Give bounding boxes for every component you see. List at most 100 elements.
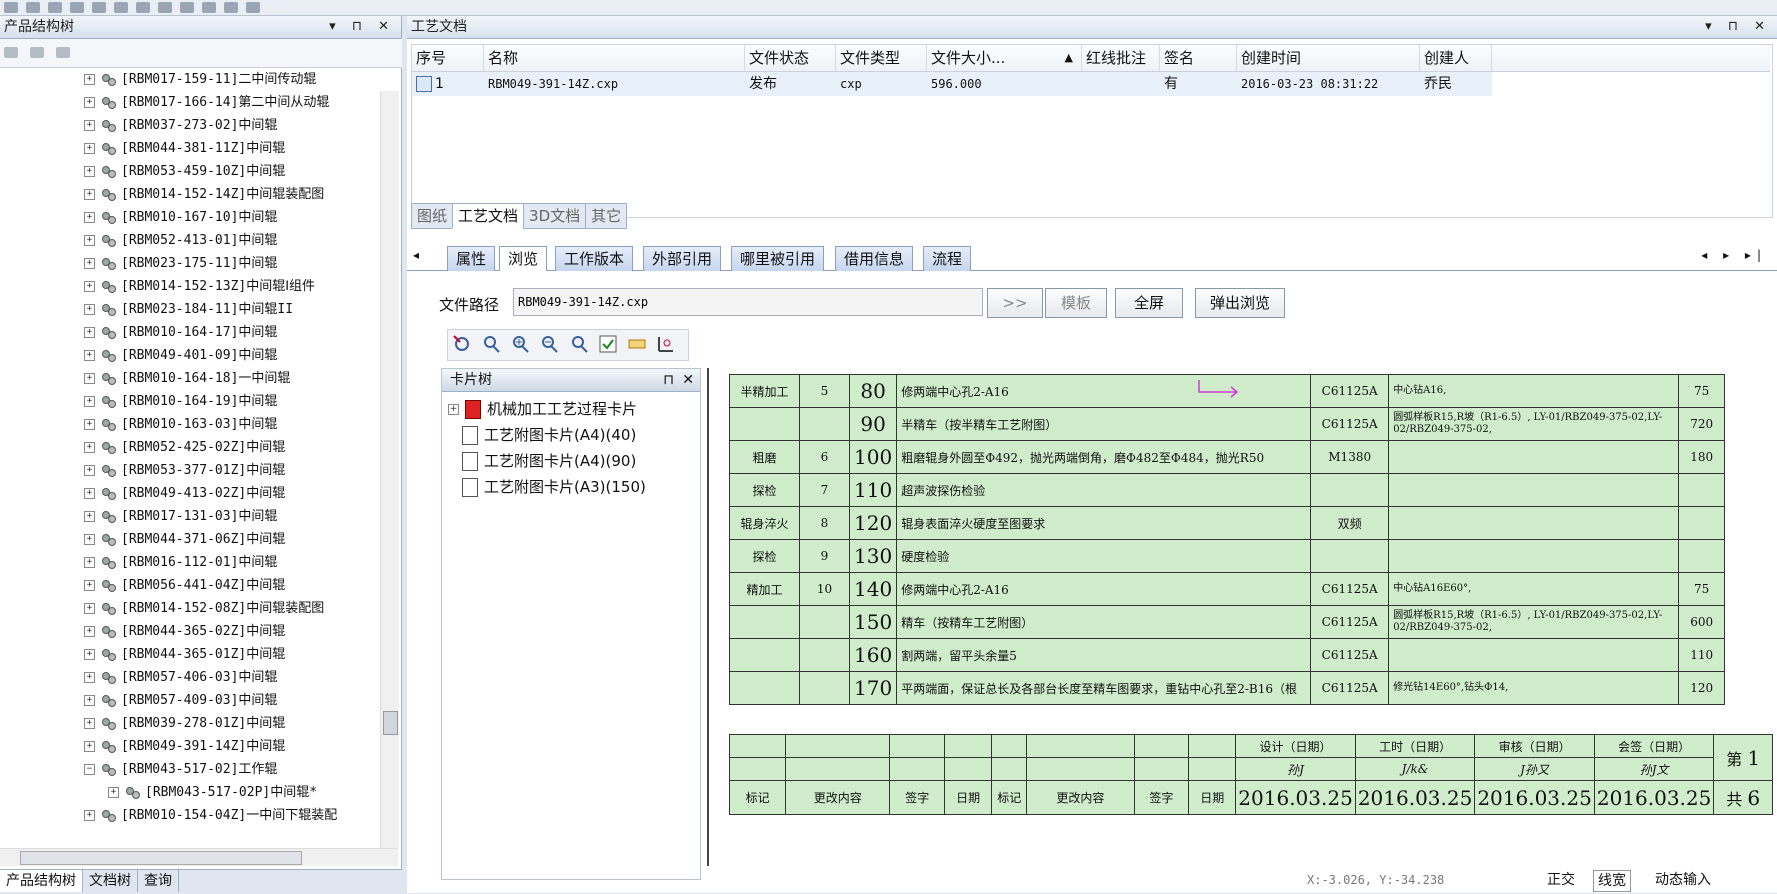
- tree-horizontal-scrollbar[interactable]: [0, 848, 398, 866]
- expand-icon[interactable]: [4, 47, 18, 58]
- expand-icon[interactable]: +: [84, 350, 95, 361]
- expand-icon[interactable]: +: [84, 258, 95, 269]
- expand-icon[interactable]: +: [84, 189, 95, 200]
- zoom-in-icon[interactable]: [510, 334, 530, 354]
- col-created[interactable]: 创建时间: [1237, 45, 1420, 71]
- template-button[interactable]: 模板: [1045, 288, 1107, 318]
- tab-scroll-first-icon[interactable]: ◂: [413, 248, 419, 262]
- tree-item[interactable]: + [RBM057-409-03]中间辊: [84, 689, 277, 712]
- toggle-lineweight[interactable]: 线宽: [1593, 870, 1631, 892]
- pin-icon[interactable]: ⊓: [663, 369, 674, 391]
- fullscreen-button[interactable]: 全屏: [1115, 288, 1183, 318]
- expand-icon[interactable]: +: [84, 212, 95, 223]
- card-node-process[interactable]: + 机械加工工艺过程卡片: [448, 397, 637, 421]
- col-status[interactable]: 文件状态: [745, 45, 836, 71]
- expand-icon[interactable]: +: [84, 143, 95, 154]
- tree-item[interactable]: + [RBM017-159-11]二中间传动辊: [84, 68, 316, 91]
- tree-item[interactable]: + [RBM023-184-11]中间辊II: [84, 298, 293, 321]
- tree-item[interactable]: + [RBM017-131-03]中间辊: [84, 505, 277, 528]
- expand-icon[interactable]: +: [84, 511, 95, 522]
- zoom-out-icon[interactable]: [539, 334, 559, 354]
- expand-icon[interactable]: +: [84, 695, 95, 706]
- toolbar-icon[interactable]: [92, 2, 106, 13]
- tab-other[interactable]: 其它: [585, 203, 628, 229]
- expand-icon[interactable]: +: [84, 442, 95, 453]
- tree-item[interactable]: + [RBM014-152-13Z]中间辊Ⅰ组件: [84, 275, 315, 298]
- expand-icon[interactable]: +: [84, 97, 95, 108]
- col-no[interactable]: 序号: [412, 45, 484, 71]
- tree-item[interactable]: + [RBM049-391-14Z]中间辊: [84, 735, 285, 758]
- pane-controls[interactable]: ▾ ⊓ ✕: [1705, 16, 1771, 38]
- toolbar-icon[interactable]: [202, 2, 216, 13]
- expand-icon[interactable]: +: [84, 603, 95, 614]
- toolbar-icon[interactable]: [114, 2, 128, 13]
- expand-icon[interactable]: +: [84, 120, 95, 131]
- expand-icon[interactable]: +: [84, 74, 95, 85]
- expand-icon[interactable]: +: [84, 166, 95, 177]
- tree-item[interactable]: − [RBM043-517-02]工作辊: [84, 758, 277, 781]
- card-node-a3-150[interactable]: 工艺附图卡片(A3)(150): [462, 475, 646, 499]
- pan-icon[interactable]: [452, 334, 472, 354]
- tree-item[interactable]: + [RBM052-413-01]中间辊: [84, 229, 277, 252]
- toggle-ortho[interactable]: 正交: [1547, 868, 1575, 893]
- tab-workflow[interactable]: 流程: [923, 246, 972, 271]
- tree-item[interactable]: + [RBM010-164-18]一中间辊: [84, 367, 290, 390]
- expand-icon[interactable]: +: [84, 626, 95, 637]
- collapse-icon[interactable]: −: [84, 764, 95, 775]
- collapse-icon[interactable]: [30, 47, 45, 58]
- tree-item[interactable]: + [RBM044-381-11Z]中间辊: [84, 137, 285, 160]
- toolbar-icon[interactable]: [158, 2, 172, 13]
- tab-process-docs[interactable]: 工艺文档: [452, 203, 525, 229]
- tree-item[interactable]: + [RBM039-278-01Z]中间辊: [84, 712, 285, 735]
- toolbar-icon[interactable]: [70, 2, 84, 13]
- sort-icon[interactable]: [56, 47, 71, 58]
- popup-browse-button[interactable]: 弹出浏览: [1195, 288, 1285, 318]
- tab-drawings[interactable]: 图纸: [411, 203, 454, 229]
- tab-product-tree[interactable]: 产品结构树: [0, 870, 83, 892]
- toolbar-icon[interactable]: [246, 2, 260, 13]
- tree-item[interactable]: + [RBM037-273-02]中间辊: [84, 114, 277, 137]
- col-creator[interactable]: 创建人: [1420, 45, 1492, 71]
- close-icon[interactable]: ✕: [682, 369, 694, 391]
- card-node-a4-90[interactable]: 工艺附图卡片(A4)(90): [462, 449, 636, 473]
- expand-icon[interactable]: +: [84, 557, 95, 568]
- expand-icon[interactable]: +: [84, 718, 95, 729]
- expand-icon[interactable]: +: [84, 327, 95, 338]
- tree-item[interactable]: + [RBM017-166-14]第二中间从动辊: [84, 91, 329, 114]
- toggle-dynamic-input[interactable]: 动态输入: [1655, 868, 1711, 893]
- expand-icon[interactable]: +: [84, 649, 95, 660]
- expand-icon[interactable]: +: [84, 810, 95, 821]
- zoom-icon[interactable]: [481, 334, 501, 354]
- expand-icon[interactable]: +: [84, 580, 95, 591]
- check-icon[interactable]: [598, 334, 618, 354]
- expand-icon[interactable]: +: [84, 373, 95, 384]
- tree-item[interactable]: + [RBM016-112-01]中间辊: [84, 551, 277, 574]
- angle-icon[interactable]: [656, 334, 676, 354]
- tab-work-version[interactable]: 工作版本: [555, 246, 634, 271]
- col-type[interactable]: 文件类型: [836, 45, 927, 71]
- tab-nav-arrows[interactable]: ◂ ▸ ▸|: [1701, 248, 1767, 262]
- tree-item[interactable]: + [RBM023-175-11]中间辊: [84, 252, 277, 275]
- tree-item[interactable]: + [RBM010-154-04Z]一中间下辊装配: [84, 804, 337, 827]
- tree-item[interactable]: + [RBM010-167-10]中间辊: [84, 206, 277, 229]
- toolbar-icon[interactable]: [4, 2, 18, 13]
- expand-icon[interactable]: +: [84, 419, 95, 430]
- expand-icon[interactable]: +: [84, 534, 95, 545]
- scroll-thumb[interactable]: [20, 851, 302, 865]
- tree-item[interactable]: + [RBM044-365-01Z]中间辊: [84, 643, 285, 666]
- expand-icon[interactable]: +: [84, 281, 95, 292]
- tab-doc-tree[interactable]: 文档树: [83, 870, 138, 892]
- expand-icon[interactable]: +: [108, 787, 119, 798]
- toolbar-icon[interactable]: [136, 2, 150, 13]
- file-path-input[interactable]: [513, 288, 983, 316]
- tab-external-ref[interactable]: 外部引用: [643, 246, 722, 271]
- toolbar-icon[interactable]: [48, 2, 62, 13]
- col-name[interactable]: 名称: [484, 45, 745, 71]
- expand-icon[interactable]: +: [84, 488, 95, 499]
- pane-controls[interactable]: ▾ ⊓ ✕: [329, 16, 395, 38]
- expand-icon[interactable]: +: [84, 465, 95, 476]
- tab-borrow-info[interactable]: 借用信息: [835, 246, 914, 271]
- toolbar-icon[interactable]: [26, 2, 40, 13]
- tree-item[interactable]: + [RBM010-163-03]中间辊: [84, 413, 277, 436]
- tab-browse[interactable]: 浏览: [499, 246, 548, 271]
